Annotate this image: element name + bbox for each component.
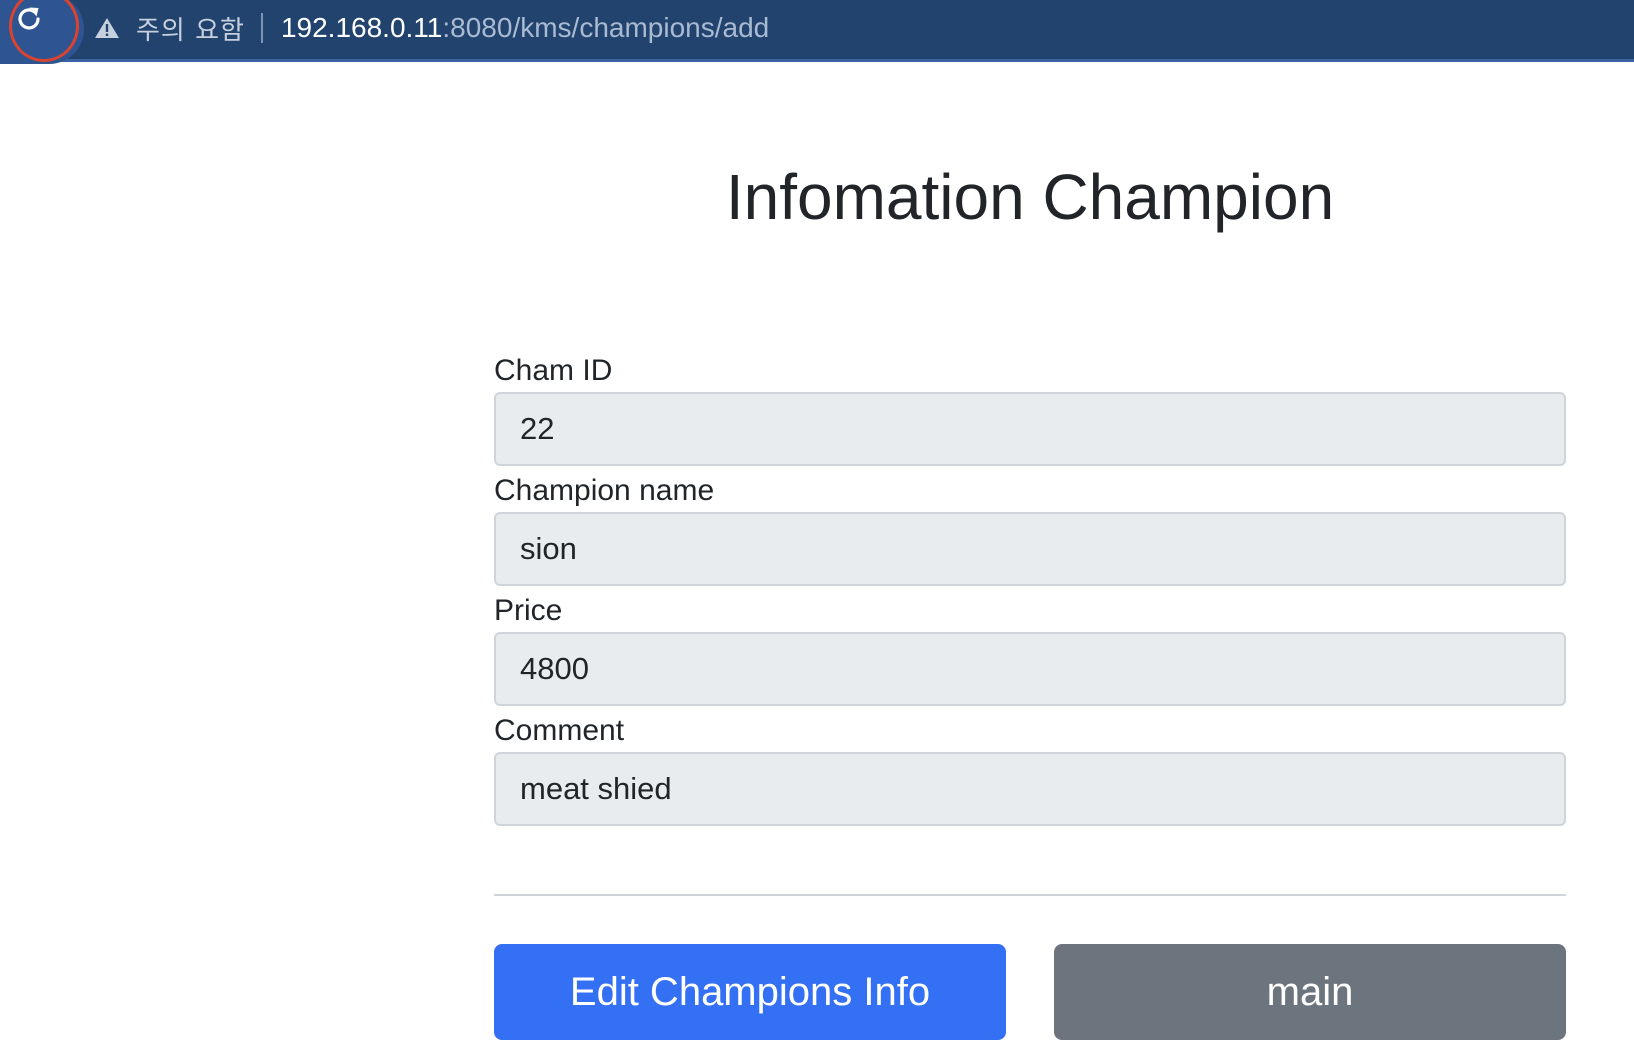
comment-label: Comment — [494, 714, 625, 747]
address-divider — [260, 13, 263, 43]
champion-name-label: Champion name — [494, 474, 715, 507]
security-warning-text[interactable]: 주의 요함 — [136, 10, 245, 47]
main-button[interactable]: main — [1054, 944, 1566, 1040]
url-host: 192.168.0.11 — [280, 12, 443, 43]
page-title: Infomation Champion — [725, 161, 1335, 233]
price-label: Price — [494, 594, 563, 627]
price-input[interactable] — [494, 632, 1566, 706]
edit-champions-info-button[interactable]: Edit Champions Info — [494, 944, 1006, 1040]
form-divider — [494, 894, 1566, 896]
comment-input[interactable] — [494, 752, 1566, 826]
champion-name-input[interactable] — [494, 512, 1566, 586]
warning-icon — [95, 18, 119, 38]
champion-form: Cham ID Champion name Price Comment — [494, 350, 1566, 830]
browser-toolbar: 주의 요함 192.168.0.11 :8080/kms/champions/a… — [0, 0, 1634, 64]
cham-id-label: Cham ID — [494, 354, 613, 387]
cham-id-input[interactable] — [494, 392, 1566, 466]
address-bar[interactable]: 주의 요함 192.168.0.11 :8080/kms/champions/a… — [94, 0, 769, 56]
url-path: :8080/kms/champions/add — [442, 12, 770, 43]
